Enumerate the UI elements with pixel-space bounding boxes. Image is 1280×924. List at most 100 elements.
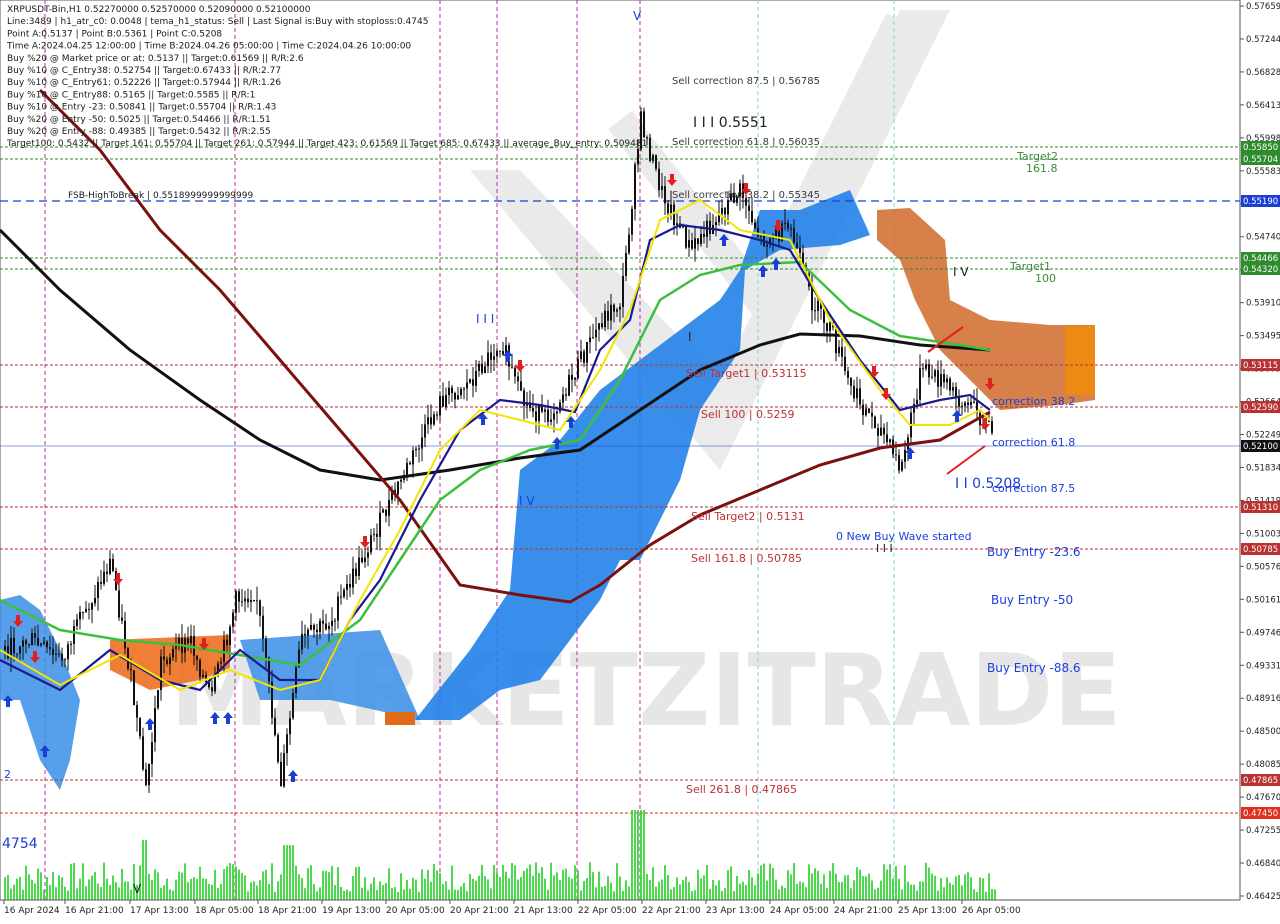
volume-bar xyxy=(22,889,24,900)
candle-body xyxy=(346,583,348,590)
volume-bar xyxy=(718,880,720,900)
volume-bar xyxy=(70,863,72,900)
candle-body xyxy=(637,148,639,165)
time-tick-label: 21 Apr 13:00 xyxy=(514,906,573,916)
candle-body xyxy=(319,620,321,633)
candle-body xyxy=(865,408,867,416)
volume-bar xyxy=(343,890,345,900)
volume-bar xyxy=(691,891,693,900)
sell-100-label: Sell 100 | 0.5259 xyxy=(701,408,795,421)
candle-body xyxy=(532,407,534,412)
time-tick-label: 18 Apr 05:00 xyxy=(195,906,254,916)
volume-bar xyxy=(430,881,432,900)
candle-body xyxy=(754,222,756,228)
candle-body xyxy=(799,247,801,253)
volume-bar xyxy=(526,868,528,900)
candle-body xyxy=(148,763,150,786)
info-line: Buy %10 @ C_Entry38: 0.52754 || Target:0… xyxy=(7,66,281,76)
volume-bar xyxy=(289,845,291,900)
candle-body xyxy=(835,327,837,354)
candle-body xyxy=(301,633,303,650)
candle-body xyxy=(709,220,711,235)
sell-1618-label: Sell 161.8 | 0.50785 xyxy=(691,552,802,565)
volume-bar xyxy=(49,884,51,900)
volume-bar xyxy=(868,873,870,900)
volume-bar xyxy=(364,877,366,900)
volume-bar xyxy=(439,872,441,900)
volume-bar xyxy=(778,889,780,900)
info-line: XRPUSDT-Bin,H1 0.52270000 0.52570000 0.5… xyxy=(7,5,311,15)
candle-body xyxy=(667,203,669,214)
volume-bar xyxy=(418,891,420,900)
volume-bar xyxy=(661,879,663,900)
price-tick-label: 0.50161 xyxy=(1246,595,1280,605)
candle-body xyxy=(790,228,792,230)
volume-bar xyxy=(397,891,399,900)
volume-bar xyxy=(367,890,369,900)
volume-bar xyxy=(301,877,303,900)
wave-marker-iv-2: I V xyxy=(953,265,969,279)
candle-body xyxy=(229,626,231,646)
candle-body xyxy=(670,204,672,214)
candle-body xyxy=(151,742,153,764)
volume-bar xyxy=(88,879,90,900)
time-tick-label: 26 Apr 05:00 xyxy=(962,906,1021,916)
candle-body xyxy=(844,356,846,371)
candle-body xyxy=(73,626,75,644)
price-badge-label: 0.51310 xyxy=(1243,503,1278,513)
volume-bar xyxy=(40,872,42,900)
volume-bar xyxy=(694,890,696,900)
volume-bar xyxy=(871,880,873,900)
candle-body xyxy=(469,379,471,383)
volume-bar xyxy=(388,868,390,900)
volume-bar xyxy=(274,891,276,900)
volume-bar xyxy=(571,878,573,900)
volume-bar xyxy=(382,885,384,900)
candle-body xyxy=(691,240,693,249)
candle-body xyxy=(550,419,552,422)
candle-body xyxy=(544,409,546,412)
candle-body xyxy=(946,378,948,383)
candle-body xyxy=(658,168,660,191)
candle-body xyxy=(622,275,624,307)
candle-body xyxy=(673,204,675,225)
price-axis[interactable]: 0.576590.572440.568280.564130.559980.555… xyxy=(1239,0,1280,902)
volume-bar xyxy=(544,878,546,900)
price-chart[interactable]: MARKETZITRADE XRPUSDT-Bin,H1 0.52270000 … xyxy=(0,0,1280,920)
candle-body xyxy=(496,350,498,357)
volume-bar xyxy=(331,865,333,900)
price-badge-label: 0.54466 xyxy=(1243,254,1278,264)
candle-body xyxy=(157,690,159,709)
volume-bar xyxy=(148,873,150,900)
volume-bar xyxy=(208,884,210,900)
volume-bar xyxy=(862,876,864,900)
volume-bar xyxy=(436,870,438,900)
volume-bar xyxy=(403,889,405,900)
volume-bar xyxy=(130,889,132,900)
candle-body xyxy=(940,374,942,387)
time-tick-label: 20 Apr 05:00 xyxy=(386,906,445,916)
candle-body xyxy=(436,414,438,416)
chart-window[interactable]: MARKETZITRADE XRPUSDT-Bin,H1 0.52270000 … xyxy=(0,0,1280,920)
volume-bar xyxy=(733,891,735,900)
volume-bar xyxy=(493,865,495,900)
candle-body xyxy=(280,761,282,787)
volume-bar xyxy=(847,874,849,900)
volume-bar xyxy=(232,864,234,900)
volume-bar xyxy=(517,879,519,900)
volume-bar xyxy=(379,881,381,900)
volume-bar xyxy=(877,887,879,900)
volume-bar xyxy=(409,888,411,900)
candle-body xyxy=(250,599,252,603)
volume-bar xyxy=(574,865,576,900)
volume-bar xyxy=(739,883,741,900)
time-tick-label: 24 Apr 05:00 xyxy=(770,906,829,916)
time-tick-label: 18 Apr 21:00 xyxy=(258,906,317,916)
volume-bar xyxy=(451,865,453,900)
volume-bar xyxy=(298,874,300,900)
sell-2618-label: Sell 261.8 | 0.47865 xyxy=(686,783,797,796)
volume-bar xyxy=(472,878,474,900)
time-axis[interactable]: 16 Apr 2024 16 Apr 21:00 17 Apr 13:00 18 Ap… xyxy=(0,899,1240,916)
candle-body xyxy=(952,387,954,391)
volume-bar xyxy=(658,881,660,900)
